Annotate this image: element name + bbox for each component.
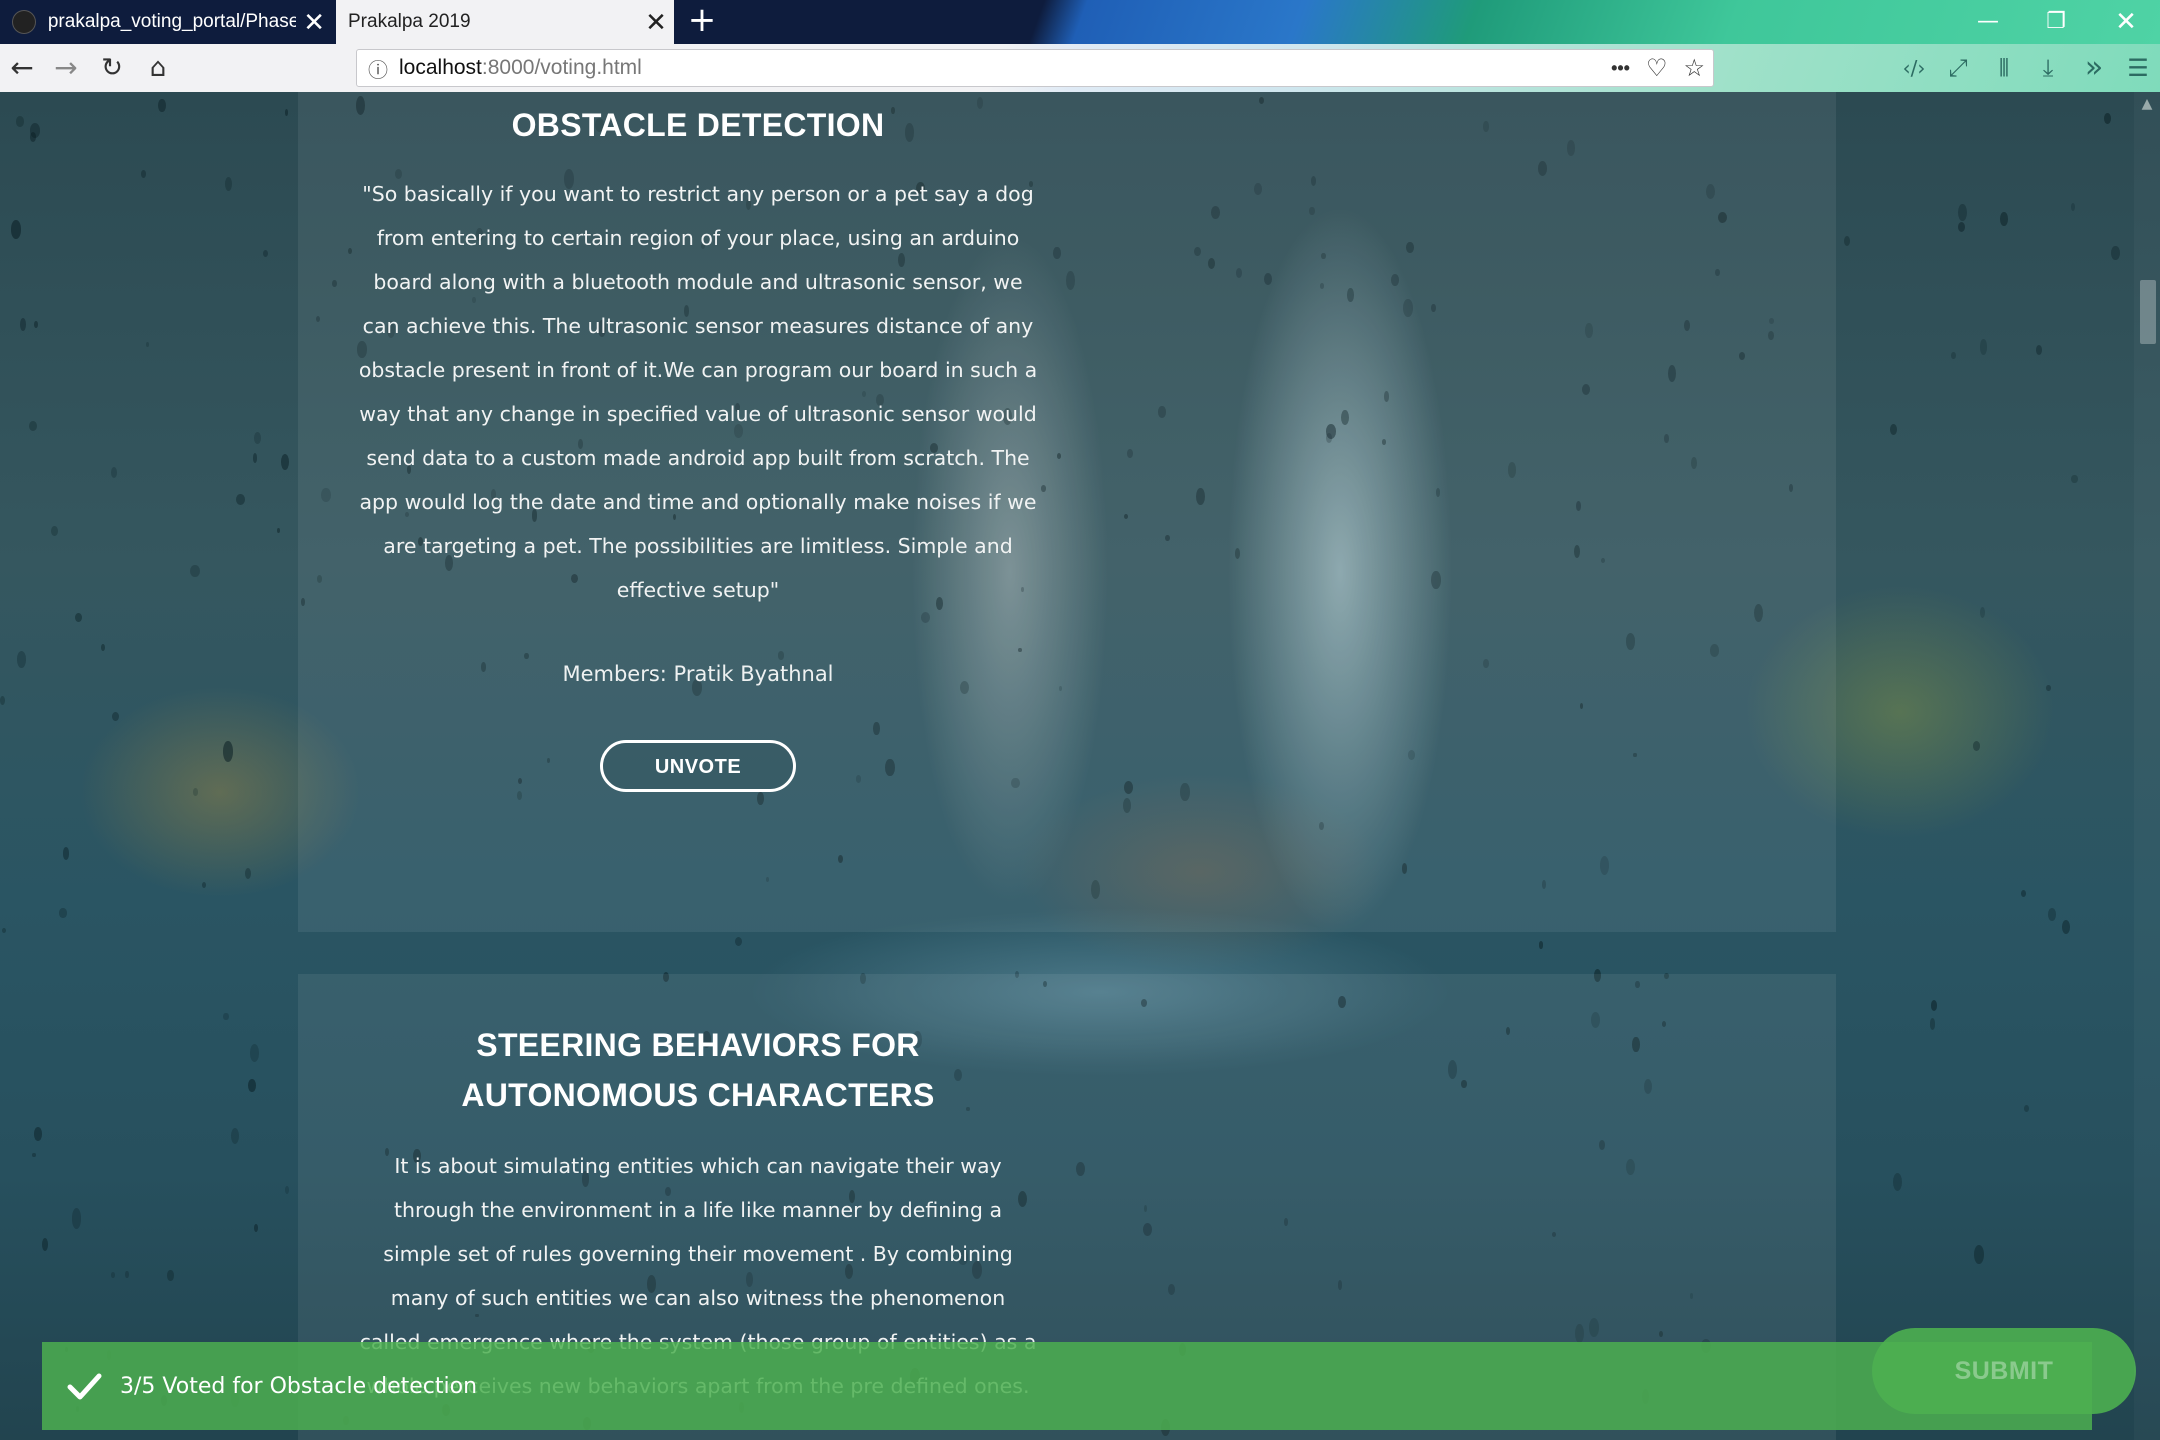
overflow-icon[interactable]: » (2072, 44, 2116, 92)
toast-text: 3/5 Voted for Obstacle detection (120, 1373, 478, 1399)
page-scrollbar[interactable]: ▲ (2134, 92, 2160, 1440)
vote-status-toast: 3/5 Voted for Obstacle detection (42, 1342, 2092, 1430)
project-title: OBSTACLE DETECTION (511, 107, 885, 143)
project-card: OBSTACLE DETECTION "So basically if you … (298, 92, 1836, 932)
raindrop (62, 847, 70, 860)
more-actions-icon[interactable]: ••• (1611, 58, 1630, 79)
raindrop (253, 431, 262, 444)
raindrop (249, 1044, 260, 1062)
raindrop (74, 613, 82, 623)
close-icon[interactable]: ✕ (296, 9, 332, 35)
raindrop (1929, 1017, 1936, 1030)
raindrop (223, 741, 234, 762)
raindrop (1958, 204, 1967, 222)
pocket-icon[interactable]: ♡ (1646, 54, 1668, 83)
browser-tab-bar: prakalpa_voting_portal/Phase-2 ✕ Prakalp… (0, 0, 2160, 44)
url-actions: ••• ♡ ☆ (1611, 50, 1705, 86)
tab-github[interactable]: prakalpa_voting_portal/Phase-2 ✕ (0, 0, 332, 44)
raindrop (28, 420, 37, 432)
raindrop (2000, 211, 2008, 226)
raindrop (1979, 339, 1988, 355)
unvote-button[interactable]: UNVOTE (600, 740, 796, 792)
url-bar[interactable]: ⓘ localhost:8000/voting.html ••• ♡ ☆ (356, 49, 1714, 87)
raindrop (2048, 908, 2057, 921)
raindrop (140, 169, 146, 179)
browser-nav-bar: ← → ↻ ⌂ ⓘ localhost:8000/voting.html •••… (0, 44, 2160, 92)
scroll-up-arrow-icon[interactable]: ▲ (2134, 96, 2160, 112)
raindrop (29, 131, 36, 142)
fullscreen-icon[interactable]: ⤢ (1936, 44, 1980, 92)
close-icon[interactable]: ✕ (638, 9, 674, 35)
maximize-icon[interactable]: ❐ (2022, 0, 2090, 44)
window-close-icon[interactable]: ✕ (2092, 0, 2160, 44)
raindrop (33, 1126, 43, 1141)
raindrop (112, 712, 119, 722)
raindrop (244, 868, 251, 879)
reload-icon[interactable]: ↻ (90, 44, 134, 92)
back-arrow-icon[interactable]: ← (0, 44, 44, 92)
raindrop (284, 1186, 289, 1194)
raindrop (16, 650, 27, 668)
bookmark-star-icon[interactable]: ☆ (1683, 54, 1705, 83)
url-host: localhost (399, 56, 482, 79)
scroll-thumb[interactable] (2140, 280, 2156, 344)
project-description: "So basically if you want to restrict an… (358, 182, 1038, 602)
project-title: STEERING BEHAVIORS FOR AUTONOMOUS CHARAC… (461, 1027, 935, 1113)
raindrop (2111, 245, 2120, 260)
minimize-icon[interactable]: — (1954, 0, 2022, 44)
project-members: Members: Pratik Byathnal (562, 662, 834, 686)
info-icon[interactable]: ⓘ (357, 54, 399, 83)
raindrop (124, 1270, 129, 1279)
raindrop (33, 321, 38, 329)
voting-page: OBSTACLE DETECTION "So basically if you … (0, 92, 2160, 1440)
home-icon[interactable]: ⌂ (136, 44, 180, 92)
raindrop (1974, 1244, 1984, 1264)
raindrop (2104, 112, 2111, 124)
raindrop (110, 466, 118, 478)
raindrop (10, 220, 21, 239)
library-icon[interactable]: ⫴ (1982, 44, 2026, 92)
raindrop (2046, 684, 2051, 692)
url-path: :8000/voting.html (481, 56, 642, 79)
tab-title: prakalpa_voting_portal/Phase-2 (47, 11, 297, 32)
raindrop (2035, 345, 2042, 356)
raindrop (1979, 606, 1985, 618)
raindrop (2061, 919, 2071, 934)
github-icon (12, 10, 36, 34)
raindrop (734, 936, 743, 946)
raindrop (167, 1269, 174, 1282)
raindrop (223, 1012, 229, 1021)
raindrop (2023, 1105, 2029, 1112)
raindrop (110, 1272, 116, 1279)
raindrop (247, 1078, 256, 1093)
submit-button[interactable]: SUBMIT (1872, 1328, 2136, 1414)
devtools-icon[interactable]: ‹/› (1892, 44, 1936, 92)
menu-icon[interactable]: ☰ (2116, 44, 2160, 92)
raindrop (190, 564, 200, 577)
raindrop (1950, 351, 1956, 360)
raindrop (2071, 474, 2078, 484)
checkmark-icon (67, 1373, 102, 1400)
download-icon[interactable]: ⤓ (2026, 44, 2070, 92)
raindrop (59, 908, 67, 918)
tab-prakalpa[interactable]: Prakalpa 2019 ✕ (336, 0, 674, 44)
raindrop (16, 116, 25, 127)
forward-arrow-icon[interactable]: → (44, 44, 88, 92)
new-tab-button[interactable]: + (680, 0, 724, 44)
tab-title: Prakalpa 2019 (348, 11, 471, 32)
